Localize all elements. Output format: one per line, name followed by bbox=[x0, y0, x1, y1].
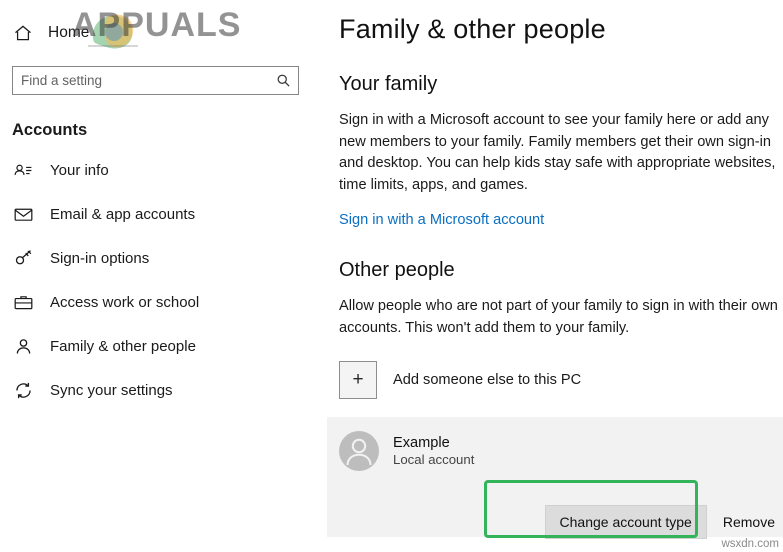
sidebar-item-label: Your info bbox=[50, 161, 109, 179]
page-title: Family & other people bbox=[339, 14, 606, 44]
sidebar-item-sync-your-settings[interactable]: Sync your settings bbox=[0, 368, 327, 412]
sidebar-section-title: Accounts bbox=[12, 121, 88, 139]
add-someone-else-label: Add someone else to this PC bbox=[393, 372, 582, 388]
search-icon[interactable] bbox=[268, 67, 298, 94]
plus-icon: + bbox=[339, 361, 377, 399]
sidebar-item-email-app-accounts[interactable]: Email & app accounts bbox=[0, 192, 327, 236]
your-family-heading: Your family bbox=[339, 73, 438, 95]
account-panel: Example Local account Change account typ… bbox=[327, 417, 783, 539]
sidebar-item-label: Sync your settings bbox=[50, 381, 173, 399]
search-input[interactable] bbox=[13, 67, 268, 94]
add-someone-else-button[interactable]: + Add someone else to this PC bbox=[339, 361, 783, 399]
sign-in-microsoft-account-link[interactable]: Sign in with a Microsoft account bbox=[339, 212, 544, 228]
settings-window: Home Accounts You bbox=[0, 0, 783, 552]
settings-sidebar: Home Accounts You bbox=[0, 0, 327, 552]
sidebar-item-access-work-or-school[interactable]: Access work or school bbox=[0, 280, 327, 324]
account-list-item[interactable]: Example Local account bbox=[339, 431, 783, 471]
sidebar-item-label: Family & other people bbox=[50, 337, 196, 355]
account-actions: Change account type Remove bbox=[544, 505, 777, 539]
person-icon bbox=[12, 335, 34, 357]
sidebar-item-family-other-people[interactable]: Family & other people bbox=[0, 324, 327, 368]
id-card-icon bbox=[12, 159, 34, 181]
sidebar-item-sign-in-options[interactable]: Sign-in options bbox=[0, 236, 327, 280]
sidebar-item-label: Email & app accounts bbox=[50, 205, 196, 223]
sidebar-item-label: Access work or school bbox=[50, 293, 200, 311]
sidebar-item-your-info[interactable]: Your info bbox=[0, 148, 327, 192]
other-people-heading: Other people bbox=[339, 259, 455, 281]
corner-source-tag: wsxdn.com bbox=[721, 538, 779, 550]
account-type: Local account bbox=[393, 452, 475, 467]
sidebar-nav-list: Your info Email & app accounts Sign-in o… bbox=[0, 148, 327, 412]
change-account-type-button[interactable]: Change account type bbox=[544, 505, 707, 539]
briefcase-icon bbox=[12, 291, 34, 313]
other-people-description: Allow people who are not part of your fa… bbox=[339, 298, 778, 336]
envelope-icon bbox=[12, 203, 34, 225]
search-box[interactable] bbox=[12, 66, 299, 95]
account-name: Example bbox=[393, 435, 450, 451]
sidebar-item-label: Sign-in options bbox=[50, 249, 150, 267]
appuals-watermark-text: APPUALS bbox=[72, 6, 242, 44]
user-avatar-icon bbox=[339, 431, 379, 471]
sync-icon bbox=[12, 379, 34, 401]
your-family-description: Sign in with a Microsoft account to see … bbox=[339, 112, 776, 193]
remove-account-button[interactable]: Remove bbox=[721, 506, 777, 538]
home-icon bbox=[12, 22, 34, 44]
key-icon bbox=[12, 247, 34, 269]
settings-content: Family & other people Your family Sign i… bbox=[327, 0, 783, 552]
